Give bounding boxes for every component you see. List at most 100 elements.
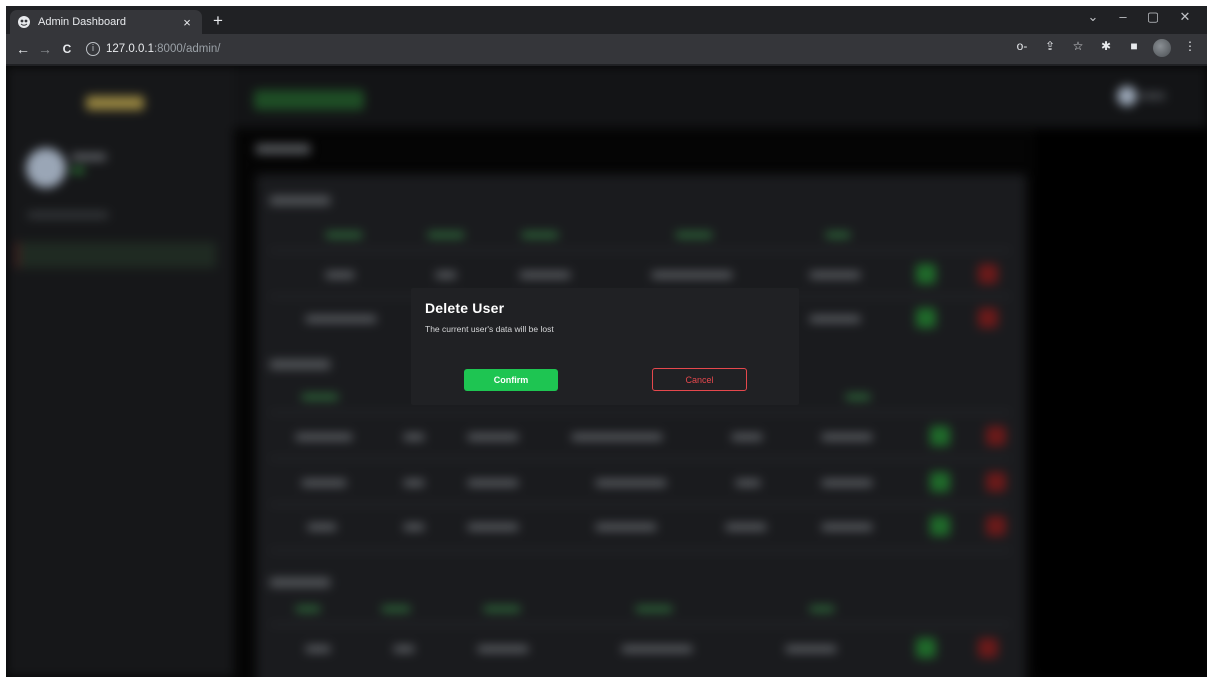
tab-close-icon[interactable]: × (180, 15, 194, 30)
sidebar-item-active (16, 242, 216, 268)
table-cell (520, 272, 570, 278)
table-cell (306, 316, 376, 322)
cancel-button[interactable]: Cancel (652, 368, 747, 391)
edit-button (916, 264, 936, 284)
sidebar-status (72, 168, 84, 173)
table-header (826, 232, 850, 238)
browser-window: Admin Dashboard × + ⌄ – ▢ ✕ ← → C i 127.… (6, 6, 1207, 677)
url-path: :8000/admin/ (153, 43, 221, 55)
table-cell (326, 272, 354, 278)
minimize-icon[interactable]: – (1112, 9, 1134, 24)
table-cell (468, 434, 518, 440)
table-cell (596, 480, 666, 486)
back-icon[interactable]: ← (12, 41, 34, 57)
users-card (256, 174, 1026, 677)
table-cell (468, 480, 518, 486)
table-header (676, 232, 712, 238)
row-divider (270, 458, 1010, 459)
table-cell (572, 434, 662, 440)
tab-title: Admin Dashboard (38, 16, 127, 28)
table-cell (436, 272, 456, 278)
delete-button (986, 516, 1006, 536)
confirm-button[interactable]: Confirm (464, 369, 558, 391)
top-action-button (254, 90, 364, 110)
edit-button (930, 472, 950, 492)
table-cell (478, 646, 528, 652)
edit-button (930, 426, 950, 446)
side-panel-icon[interactable]: ■ (1125, 39, 1143, 57)
new-tab-button[interactable]: + (208, 11, 228, 31)
table-cell (736, 480, 760, 486)
table-cell (306, 646, 330, 652)
table-header (484, 606, 520, 612)
share-icon[interactable]: ⇪ (1041, 39, 1059, 57)
reload-icon[interactable]: C (56, 42, 78, 56)
table-cell (302, 480, 346, 486)
table-cell (404, 480, 424, 486)
sidebar (6, 66, 234, 677)
table-cell (822, 524, 872, 530)
edit-button (916, 308, 936, 328)
edit-button (930, 516, 950, 536)
table-cell (596, 524, 656, 530)
table-cell (652, 272, 732, 278)
table-header (302, 394, 338, 400)
tab-strip: Admin Dashboard × + ⌄ – ▢ ✕ (6, 6, 1207, 34)
bookmark-star-icon[interactable]: ☆ (1069, 39, 1087, 57)
modal-title: Delete User (425, 300, 505, 316)
top-avatar (1117, 86, 1137, 106)
profile-avatar[interactable] (1153, 39, 1171, 57)
delete-user-modal: Delete User The current user's data will… (411, 288, 799, 405)
right-panel (1036, 128, 1207, 677)
top-username (1141, 93, 1165, 99)
logo (86, 96, 144, 110)
delete-button (986, 472, 1006, 492)
table-header (296, 606, 320, 612)
delete-button (978, 264, 998, 284)
delete-button (978, 638, 998, 658)
tab-admin-dashboard[interactable]: Admin Dashboard × (10, 10, 202, 34)
section-title (270, 196, 330, 205)
row-divider (270, 504, 1010, 505)
section-title (270, 578, 330, 587)
top-bar (234, 66, 1207, 128)
site-info-icon[interactable]: i (86, 42, 100, 56)
table-header (428, 232, 464, 238)
table-header (382, 606, 410, 612)
tab-search-icon[interactable]: ⌄ (1082, 9, 1104, 25)
chrome-menu-icon[interactable]: ⋮ (1181, 39, 1199, 57)
table-header (636, 606, 672, 612)
table-cell (726, 524, 766, 530)
browser-toolbar: ← → C i 127.0.0.1:8000/admin/ o- ⇪ ☆ ✱ ■… (6, 34, 1207, 64)
table-cell (786, 646, 836, 652)
row-divider (270, 550, 1010, 551)
edit-button (916, 638, 936, 658)
page-viewport: Delete User The current user's data will… (6, 66, 1207, 677)
table-header (846, 394, 870, 400)
delete-button (986, 426, 1006, 446)
table-cell (810, 316, 860, 322)
table-header (522, 232, 558, 238)
table-cell (404, 434, 424, 440)
row-divider (270, 412, 1010, 413)
address-bar[interactable]: i 127.0.0.1:8000/admin/ (86, 38, 1016, 60)
restore-icon[interactable]: ▢ (1142, 9, 1164, 25)
table-cell (732, 434, 762, 440)
table-cell (308, 524, 336, 530)
password-key-icon[interactable]: o- (1013, 39, 1031, 57)
row-divider (270, 624, 1010, 625)
url-host: 127.0.0.1 (106, 43, 154, 55)
table-cell (810, 272, 860, 278)
table-header (326, 232, 362, 238)
table-cell (296, 434, 352, 440)
forward-icon[interactable]: → (34, 41, 56, 57)
close-window-icon[interactable]: ✕ (1174, 9, 1196, 25)
modal-message: The current user's data will be lost (425, 324, 554, 334)
table-cell (622, 646, 692, 652)
sidebar-avatar (26, 148, 66, 188)
table-header (810, 606, 834, 612)
table-cell (468, 524, 518, 530)
row-divider (270, 250, 1010, 251)
table-cell (394, 646, 414, 652)
extensions-icon[interactable]: ✱ (1097, 39, 1115, 57)
